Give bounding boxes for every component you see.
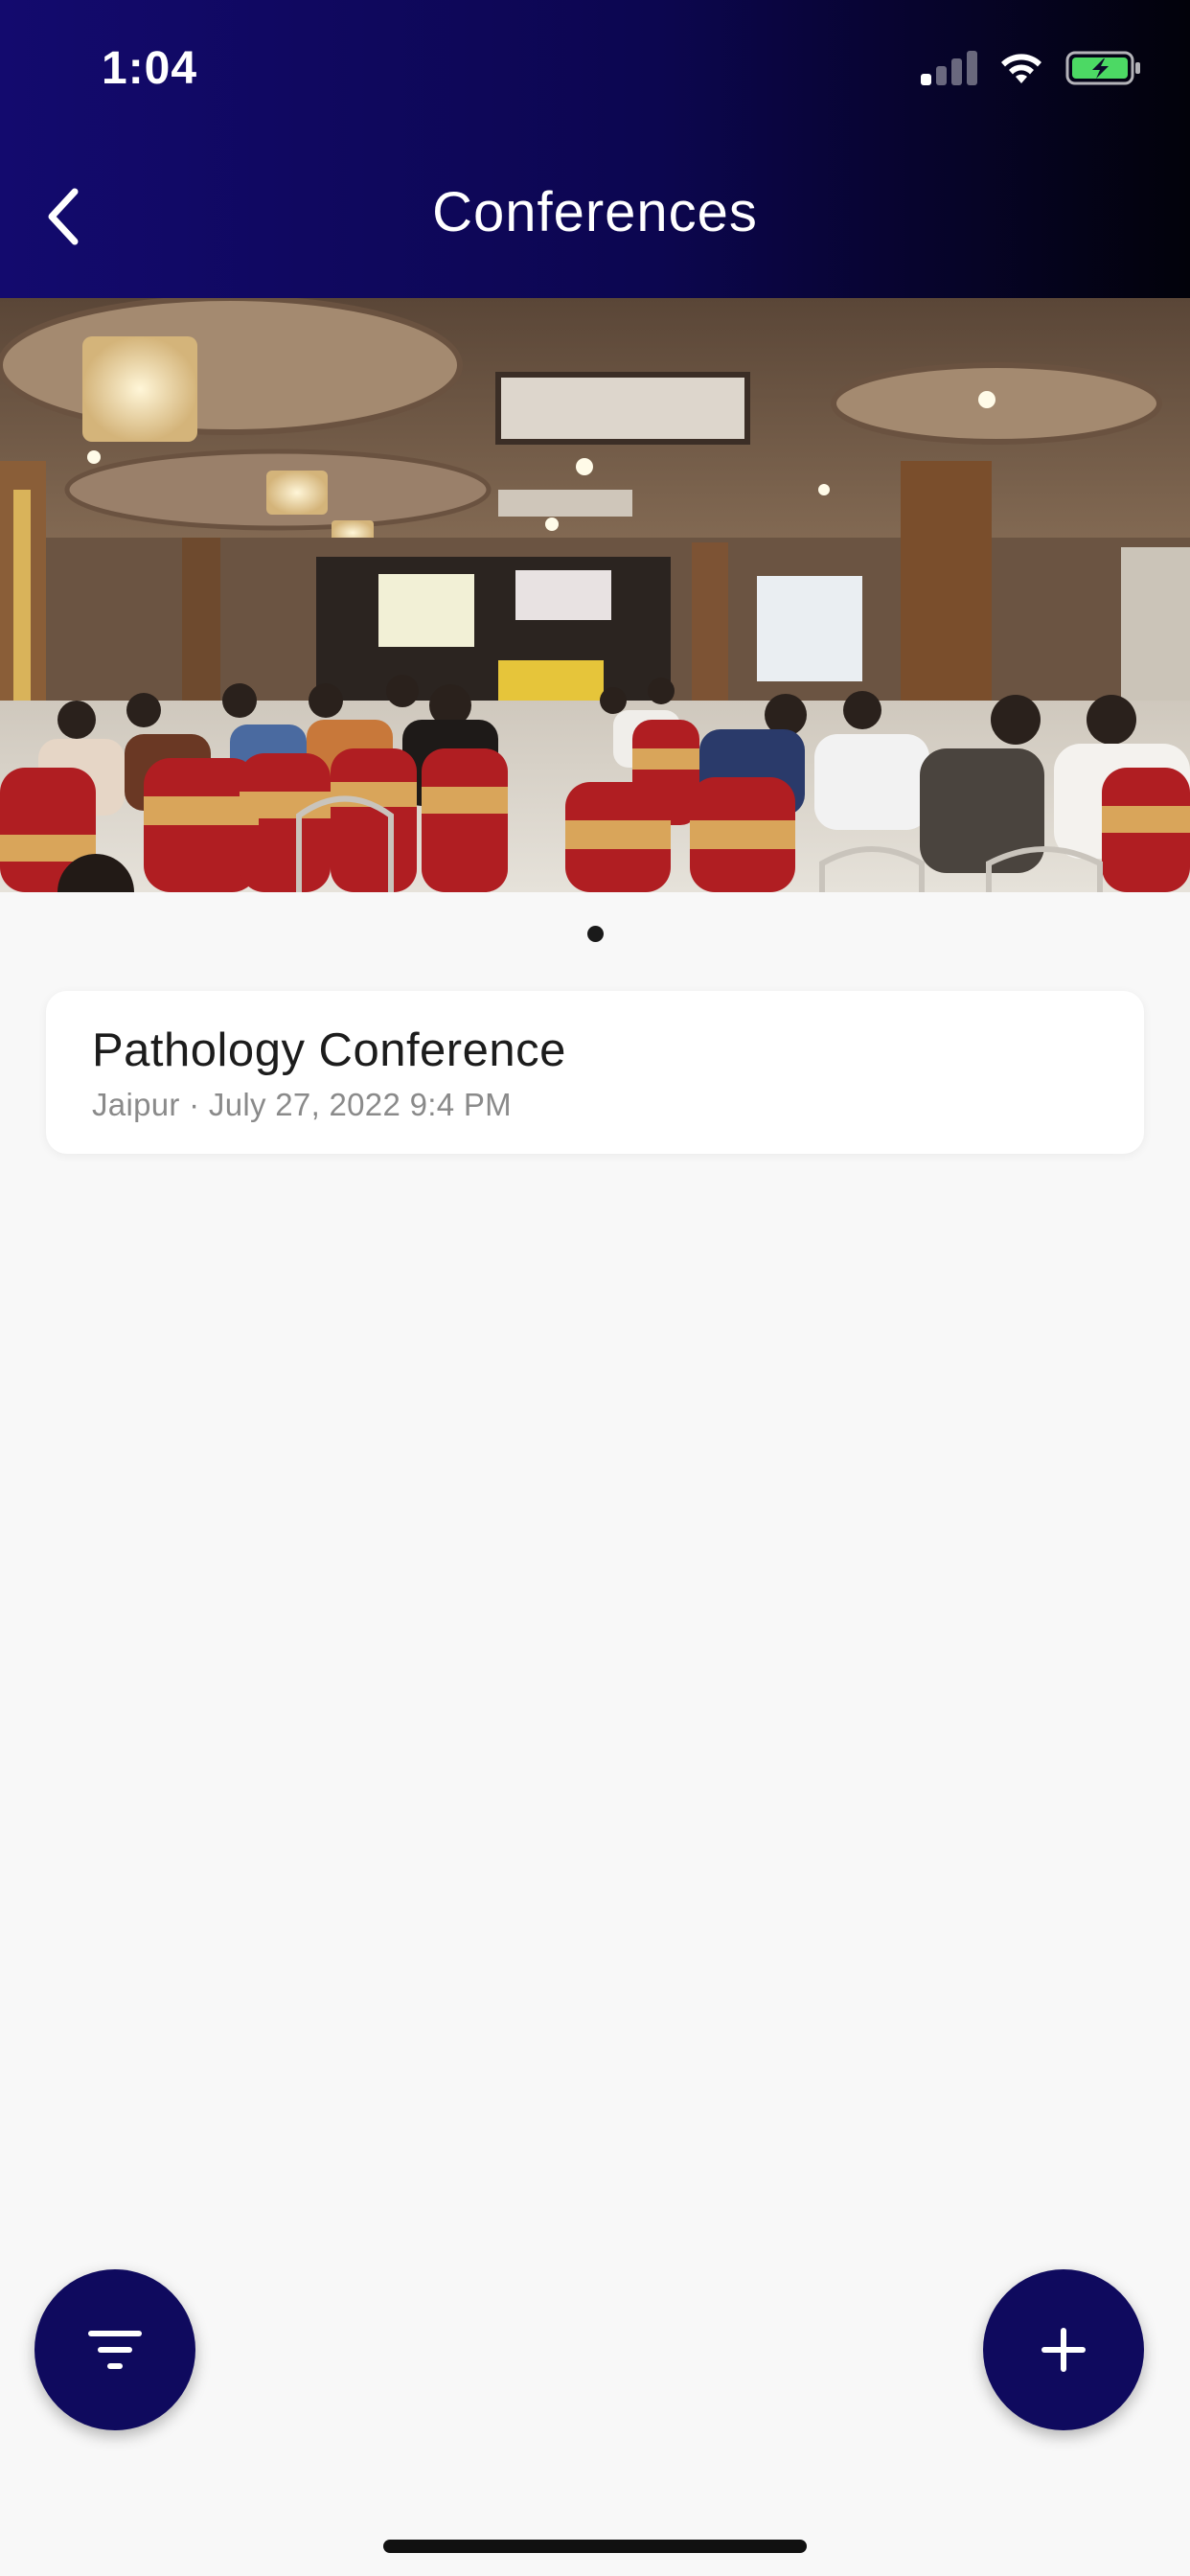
filter-button[interactable]: [34, 2269, 195, 2430]
add-conference-button[interactable]: [983, 2269, 1144, 2430]
filter-icon: [88, 2331, 142, 2369]
status-icons: [921, 50, 1142, 86]
carousel-dot-active[interactable]: [586, 926, 604, 942]
cellular-signal-icon: [921, 51, 977, 85]
status-time: 1:04: [102, 43, 198, 94]
conference-hall-photo[interactable]: [0, 298, 1190, 892]
carousel-page-indicator: [0, 926, 1190, 942]
home-indicator[interactable]: [383, 2540, 807, 2553]
page-title: Conferences: [432, 181, 758, 243]
app-header: 1:04 Conferences: [0, 0, 1190, 298]
battery-charging-icon: [1065, 51, 1140, 85]
conference-title: Pathology Conference: [92, 1024, 566, 1076]
wifi-icon: [1001, 54, 1041, 83]
conference-subtitle: Jaipur · July 27, 2022 9:4 PM: [92, 1087, 512, 1122]
plus-icon: [1041, 2328, 1086, 2372]
conference-card[interactable]: Pathology Conference Jaipur · July 27, 2…: [46, 991, 1144, 1154]
